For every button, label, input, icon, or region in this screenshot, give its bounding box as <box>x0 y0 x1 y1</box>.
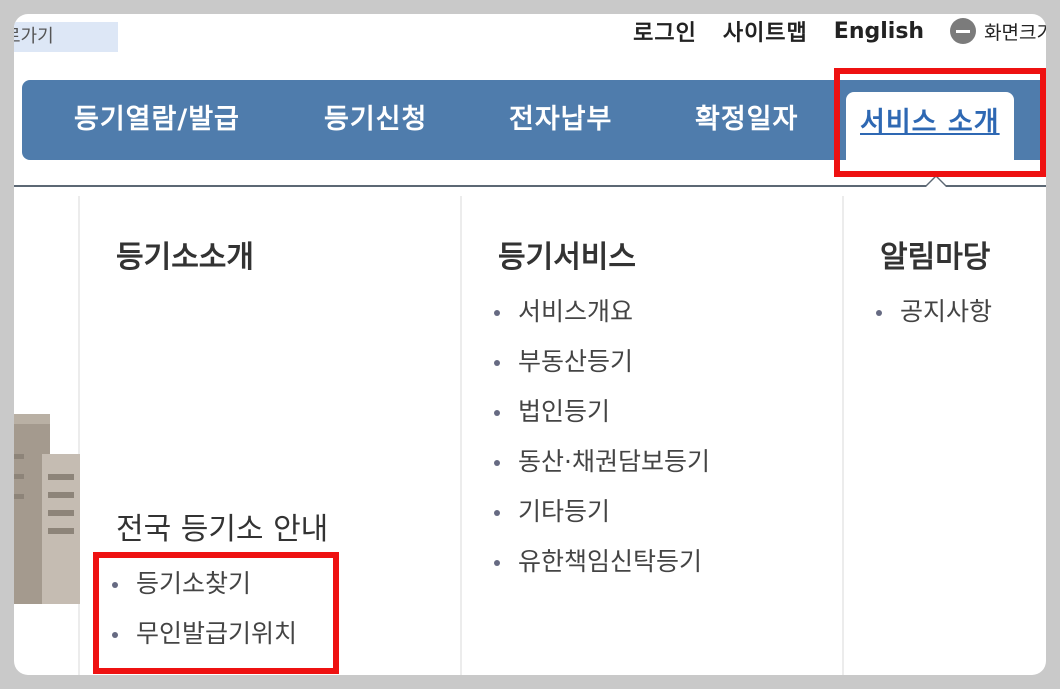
nav-item-e-payment[interactable]: 전자납부 <box>509 80 612 160</box>
highlight-box-office-guide <box>93 552 339 674</box>
english-link[interactable]: English <box>834 19 924 44</box>
registry-office-intro-title[interactable]: 등기소소개 <box>116 232 254 276</box>
nationwide-office-guide-title[interactable]: 전국 등기소 안내 <box>116 504 328 548</box>
submenu-item-corporate[interactable]: 법인등기 <box>494 387 710 437</box>
building-illustration <box>14 414 80 604</box>
highlight-box-service-intro <box>834 68 1046 177</box>
registry-service-title[interactable]: 등기서비스 <box>498 232 636 276</box>
nav-item-registry-view[interactable]: 등기열람/발급 <box>74 80 240 160</box>
submenu-item-movable-bond[interactable]: 동산·채권담보등기 <box>494 437 710 487</box>
sitemap-link[interactable]: 사이트맵 <box>723 15 808 47</box>
login-link[interactable]: 로그인 <box>633 15 697 47</box>
column-divider <box>842 196 844 675</box>
notice-board-title[interactable]: 알림마당 <box>880 232 990 276</box>
nav-underline <box>14 185 1046 187</box>
zoom-control[interactable]: 화면크기 <box>950 18 1046 45</box>
submenu-item-limited-trust[interactable]: 유한책임신탁등기 <box>494 537 710 587</box>
utility-nav: 로그인 사이트맵 English 화면크기 <box>633 14 1046 48</box>
submenu-item-other[interactable]: 기타등기 <box>494 487 710 537</box>
registry-service-list: 서비스개요 부동산등기 법인등기 동산·채권담보등기 기타등기 유한책임신탁등기 <box>494 287 710 587</box>
column-divider <box>460 196 462 675</box>
page-frame: 로가기 로그인 사이트맵 English 화면크기 등기열람/발급 등기신청 전… <box>14 14 1046 675</box>
nav-item-registry-apply[interactable]: 등기신청 <box>324 80 427 160</box>
submenu-item-real-estate[interactable]: 부동산등기 <box>494 337 710 387</box>
nav-item-fixed-date[interactable]: 확정일자 <box>695 80 798 160</box>
zoom-label: 화면크기 <box>984 21 1046 44</box>
notice-list: 공지사항 <box>876 287 992 337</box>
skip-link[interactable]: 로가기 <box>14 22 118 52</box>
submenu-item-service-overview[interactable]: 서비스개요 <box>494 287 710 337</box>
zoom-out-icon[interactable] <box>950 18 977 44</box>
submenu-item-notices[interactable]: 공지사항 <box>876 287 992 337</box>
